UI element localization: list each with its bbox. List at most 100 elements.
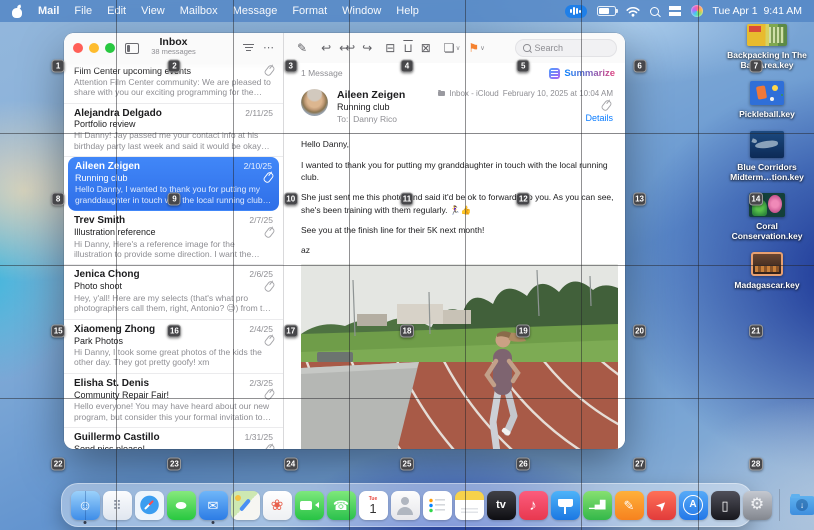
calendar-day: 1 xyxy=(369,502,376,516)
trash-button[interactable]: ⊔ xyxy=(403,42,412,54)
paperclip-icon xyxy=(600,99,612,112)
dock-settings[interactable]: ⚙ xyxy=(743,491,772,520)
grid-number-badge: 28 xyxy=(749,457,763,470)
blue-corridors-thumbnail xyxy=(750,131,784,158)
summarize-button[interactable]: Summarize xyxy=(549,68,615,79)
battery-icon[interactable] xyxy=(597,6,616,16)
menu-format[interactable]: Format xyxy=(292,5,327,17)
dock-notes[interactable] xyxy=(455,491,484,520)
details-link[interactable]: Details xyxy=(585,113,613,123)
message-row[interactable]: Elisha St. Denis2/3/25Community Repair F… xyxy=(64,374,283,428)
message-sender: Xiaomeng Zhong xyxy=(74,324,155,335)
file-label: Madagascar.key xyxy=(727,280,807,290)
dock-finder[interactable]: ☺ xyxy=(71,491,100,520)
siri-icon[interactable] xyxy=(691,5,703,17)
menu-view[interactable]: View xyxy=(141,5,165,17)
minimize-button[interactable] xyxy=(89,43,99,53)
menu-mail[interactable]: Mail xyxy=(38,5,59,17)
desktop-file-madagascar[interactable]: Madagascar.key xyxy=(727,252,807,290)
coral-thumbnail xyxy=(749,193,785,217)
message-subject: Community Repair Fair! xyxy=(74,390,169,400)
grid-number-badge: 26 xyxy=(516,457,530,470)
flag-button[interactable]: ⚑∨ xyxy=(468,42,485,54)
dock-calendar[interactable]: Tue1 xyxy=(359,491,388,520)
dock-rocket[interactable]: ➤ xyxy=(647,491,676,520)
more-icon[interactable]: ⋯ xyxy=(263,43,274,54)
wifi-icon[interactable] xyxy=(626,6,640,17)
message-preview: Hello everyone! You may have heard about… xyxy=(74,401,273,422)
apple-menu-icon[interactable] xyxy=(12,5,23,18)
move-to-folder-icon: ❏ xyxy=(444,42,455,54)
message-row[interactable]: Xiaomeng Zhong2/4/25Park PhotosHi Danny,… xyxy=(64,320,283,374)
menu-mailbox[interactable]: Mailbox xyxy=(180,5,218,17)
filter-icon[interactable] xyxy=(243,44,254,52)
message-subject: Portfolio review xyxy=(74,119,136,129)
menu-edit[interactable]: Edit xyxy=(107,5,126,17)
dock-maps[interactable] xyxy=(231,491,260,520)
dock-pages[interactable]: ✎ xyxy=(615,491,644,520)
scrolled-message-row[interactable]: Film Center upcoming events Attention Fi… xyxy=(64,63,283,104)
messages-icon: ⬬ xyxy=(167,491,196,520)
dock-reminders[interactable] xyxy=(423,491,452,520)
desktop-file-backpacking[interactable]: Backpacking In The Bay Area.key xyxy=(727,24,807,70)
menu-window[interactable]: Window xyxy=(342,5,381,17)
dock-divider xyxy=(779,489,780,521)
trash-icon: ⊔ xyxy=(403,42,412,54)
dock-safari[interactable] xyxy=(135,491,164,520)
spotlight-search-icon[interactable] xyxy=(650,7,659,16)
dock-keynote[interactable] xyxy=(551,491,580,520)
paperclip-icon xyxy=(263,443,275,449)
keynote-icon xyxy=(551,491,580,520)
search-input[interactable]: Search xyxy=(515,39,617,57)
menu-message[interactable]: Message xyxy=(233,5,278,17)
dock-messages[interactable]: ⬬ xyxy=(167,491,196,520)
recipient-name: Danny Rico xyxy=(353,114,397,124)
toolbar-buttons: ✎↩↩↩↪⊟⊔⊠❏∨⚑∨ xyxy=(293,42,489,54)
dock-downloads[interactable]: ↓ xyxy=(788,491,814,520)
reply-button[interactable]: ↩ xyxy=(321,42,331,54)
message-row[interactable]: Trev Smith2/7/25Illustration referenceHi… xyxy=(64,211,283,265)
dock-photos[interactable]: ❀ xyxy=(263,491,292,520)
control-center-icon[interactable] xyxy=(669,6,681,16)
desktop-file-pickleball[interactable]: Pickleball.key xyxy=(727,81,807,119)
message-row[interactable]: Guillermo Castillo1/31/25Send pics pleas… xyxy=(64,428,283,449)
dock-app-store[interactable]: A xyxy=(679,491,708,520)
grid-number-badge: 15 xyxy=(51,325,65,338)
dock-iphone-mirroring[interactable]: ▯ xyxy=(711,491,740,520)
dock-tv[interactable]: tv xyxy=(487,491,516,520)
menu-bar-status: Tue Apr 1 9:41 AM xyxy=(565,5,803,18)
music-icon: ♪ xyxy=(519,491,548,520)
desktop-file-coral[interactable]: Coral Conservation.key xyxy=(727,193,807,241)
message-row[interactable]: Alejandra Delgado2/11/25Portfolio review… xyxy=(64,104,283,157)
compose-button[interactable]: ✎ xyxy=(297,42,307,54)
reply-all-button[interactable]: ↩↩ xyxy=(339,42,354,54)
menu-help[interactable]: Help xyxy=(396,5,419,17)
message-pane-subheader: 1 Message Summarize xyxy=(284,63,625,83)
message-row[interactable]: Aileen Zeigen2/10/25Running clubHello Da… xyxy=(68,157,279,211)
dock-phone[interactable]: ☎ xyxy=(327,491,356,520)
attachment-photo[interactable] xyxy=(301,264,618,449)
voice-control-icon[interactable] xyxy=(565,5,587,18)
dock-mail[interactable]: ✉ xyxy=(199,491,228,520)
dock-contacts[interactable] xyxy=(391,491,420,520)
body-paragraph: az xyxy=(301,244,617,256)
zoom-button[interactable] xyxy=(105,43,115,53)
app-store-icon: A xyxy=(679,491,708,520)
close-button[interactable] xyxy=(73,43,83,53)
dock-music[interactable]: ♪ xyxy=(519,491,548,520)
desktop-file-blue-corridors[interactable]: Blue Corridors Midterm…tion.key xyxy=(727,131,807,182)
chevron-down-icon: ∨ xyxy=(456,44,461,52)
junk-button[interactable]: ⊠ xyxy=(421,42,431,54)
facetime-icon xyxy=(295,491,324,520)
phone-icon: ☎ xyxy=(327,491,356,520)
message-row[interactable]: Jenica Chong2/6/25Photo shootHey, y'all!… xyxy=(64,265,283,319)
dock-numbers[interactable]: ▁▄█ xyxy=(583,491,612,520)
archive-button[interactable]: ⊟ xyxy=(385,42,395,54)
menu-file[interactable]: File xyxy=(74,5,92,17)
dock-launchpad[interactable]: ⠿ xyxy=(103,491,132,520)
menu-bar-clock[interactable]: Tue Apr 1 9:41 AM xyxy=(713,5,803,17)
dock-facetime[interactable] xyxy=(295,491,324,520)
sidebar-toggle-icon[interactable] xyxy=(125,43,139,54)
forward-button[interactable]: ↪ xyxy=(362,42,372,54)
move-to-folder-button[interactable]: ❏∨ xyxy=(444,42,461,54)
